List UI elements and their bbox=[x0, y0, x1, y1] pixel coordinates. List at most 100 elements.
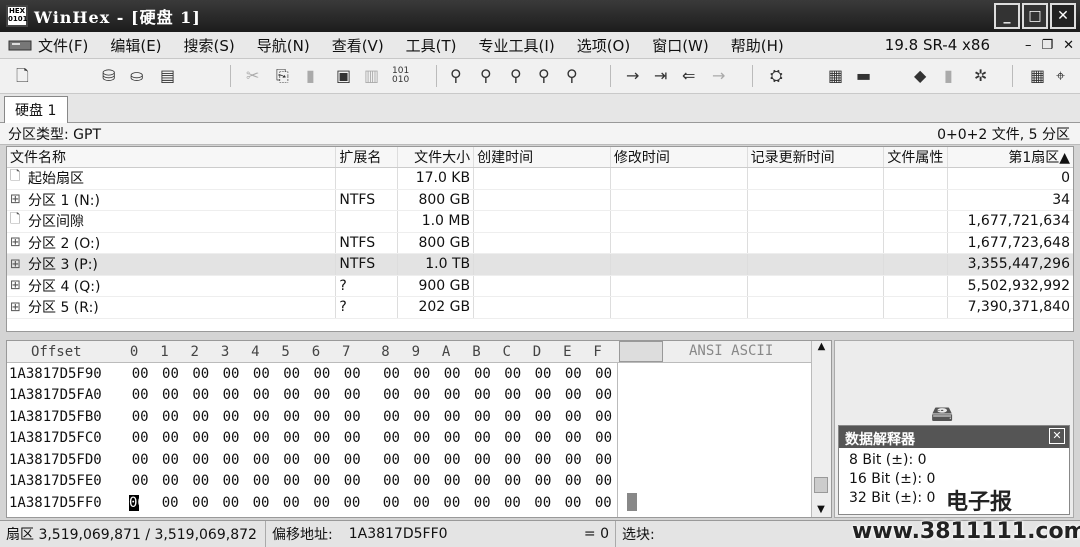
open-file-icon[interactable]: ⛀ bbox=[130, 67, 143, 85]
paste-icon[interactable]: ▮ bbox=[306, 67, 315, 85]
menu-item[interactable]: 搜索(S) bbox=[184, 35, 257, 56]
ram-icon[interactable]: ▦ bbox=[828, 67, 843, 85]
hex-byte[interactable]: 00 bbox=[407, 452, 437, 468]
hex-byte[interactable]: 00 bbox=[337, 473, 367, 489]
hex-byte[interactable]: 00 bbox=[186, 387, 216, 403]
hex-byte[interactable]: 00 bbox=[337, 430, 367, 446]
hex-byte[interactable]: 00 bbox=[276, 430, 306, 446]
hex-byte[interactable]: 00 bbox=[216, 495, 246, 511]
hex-byte[interactable]: 00 bbox=[337, 452, 367, 468]
menu-item[interactable]: 工具(T) bbox=[406, 35, 479, 56]
hex-byte[interactable]: 00 bbox=[437, 387, 467, 403]
hex-byte[interactable]: 00 bbox=[376, 409, 406, 425]
table-row[interactable]: 🗋 分区间隙 1.0 MB 1,677,721,634 bbox=[7, 211, 1073, 233]
hex-byte[interactable]: 00 bbox=[407, 430, 437, 446]
hash-icon[interactable]: ◆ bbox=[914, 67, 926, 85]
hex-byte[interactable]: 00 bbox=[125, 473, 155, 489]
hex-byte[interactable]: 00 bbox=[216, 430, 246, 446]
forward-icon[interactable]: → bbox=[712, 67, 725, 85]
hex-byte[interactable]: 00 bbox=[558, 452, 588, 468]
hex-byte[interactable]: 00 bbox=[216, 473, 246, 489]
hex-byte[interactable]: 00 bbox=[276, 409, 306, 425]
hex-byte[interactable]: 00 bbox=[528, 366, 558, 382]
column-header[interactable]: 记录更新时间 bbox=[748, 147, 885, 167]
hex-byte[interactable]: 00 bbox=[467, 473, 497, 489]
menu-item[interactable]: 专业工具(I) bbox=[479, 35, 577, 56]
hex-byte[interactable]: 00 bbox=[155, 473, 185, 489]
hex-byte[interactable]: 00 bbox=[376, 473, 406, 489]
hex-byte[interactable]: 00 bbox=[437, 452, 467, 468]
hex-byte[interactable]: 00 bbox=[407, 409, 437, 425]
menu-item[interactable]: 查看(V) bbox=[332, 35, 406, 56]
hex-byte[interactable]: 00 bbox=[588, 430, 618, 446]
view-mode-icon[interactable]: ▦ bbox=[1030, 67, 1045, 85]
hex-byte[interactable]: 00 bbox=[558, 473, 588, 489]
hex-byte[interactable]: 00 bbox=[125, 409, 155, 425]
table-row[interactable]: ⊞ 分区 2 (O:) NTFS 800 GB 1,677,723,648 bbox=[7, 232, 1073, 254]
ansi-mode-button[interactable] bbox=[619, 341, 663, 362]
table-row[interactable]: 🗋 起始扇区 17.0 KB 0 bbox=[7, 168, 1073, 190]
hex-byte[interactable]: 00 bbox=[588, 473, 618, 489]
column-header[interactable]: 扩展名 bbox=[336, 147, 399, 167]
mdi-minimize-icon[interactable]: – bbox=[1025, 38, 1032, 53]
hex-byte[interactable]: 00 bbox=[307, 452, 337, 468]
hex-byte[interactable]: 00 bbox=[558, 430, 588, 446]
hex-byte[interactable]: 00 bbox=[467, 495, 497, 511]
find-again-icon[interactable]: ⚲ bbox=[566, 67, 578, 85]
column-header[interactable]: 文件名称 bbox=[7, 147, 337, 167]
close-button[interactable]: ✕ bbox=[1050, 3, 1076, 29]
hex-byte[interactable]: 00 bbox=[528, 495, 558, 511]
menu-item[interactable]: 帮助(H) bbox=[731, 35, 806, 56]
hex-byte[interactable]: 00 bbox=[588, 452, 618, 468]
hex-byte[interactable]: 00 bbox=[216, 409, 246, 425]
column-header[interactable]: 第1扇区▲ bbox=[948, 147, 1073, 167]
copy-icon[interactable]: ⎘ bbox=[276, 67, 289, 85]
cut-icon[interactable]: ✂ bbox=[246, 67, 259, 85]
disk-tools-icon[interactable]: ⛭ bbox=[770, 67, 783, 85]
table-row[interactable]: ⊞ 分区 1 (N:) NTFS 800 GB 34 bbox=[7, 189, 1073, 211]
hex-byte[interactable]: 00 bbox=[588, 409, 618, 425]
cursor-icon[interactable]: ⌖ bbox=[1056, 67, 1065, 85]
back-icon[interactable]: ⇐ bbox=[682, 67, 695, 85]
column-header[interactable]: 文件属性 bbox=[884, 147, 949, 167]
hex-byte[interactable]: 00 bbox=[437, 430, 467, 446]
goto-sector-icon[interactable]: ⇥ bbox=[654, 67, 667, 85]
hex-byte[interactable]: 00 bbox=[129, 494, 146, 511]
menu-item[interactable]: 窗口(W) bbox=[652, 35, 731, 56]
table-row[interactable]: ⊞ 分区 4 (Q:)? 900 GB 5,502,932,992 bbox=[7, 275, 1073, 297]
hex-byte[interactable]: 00 bbox=[185, 495, 215, 511]
hex-editor[interactable]: Offset 0 1 2 3 4 5 6 7 8 9 A B C D E F ANSI ASCII 1A381… bbox=[6, 340, 832, 518]
menu-item[interactable]: 导航(N) bbox=[257, 35, 332, 56]
maximize-button[interactable]: □ bbox=[1022, 3, 1048, 29]
hex-byte[interactable]: 00 bbox=[528, 409, 558, 425]
hex-byte[interactable]: 00 bbox=[125, 387, 155, 403]
hex-byte[interactable]: 00 bbox=[337, 387, 367, 403]
hex-byte[interactable]: 00 bbox=[246, 473, 276, 489]
hex-byte[interactable]: 00 bbox=[406, 495, 436, 511]
hex-byte[interactable]: 00 bbox=[467, 409, 497, 425]
settings-icon[interactable]: ✲ bbox=[974, 67, 987, 85]
hex-byte[interactable]: 00 bbox=[246, 366, 276, 382]
menu-item[interactable]: 文件(F) bbox=[38, 35, 110, 56]
hex-byte[interactable]: 00 bbox=[307, 430, 337, 446]
hex-byte[interactable]: 00 bbox=[407, 366, 437, 382]
find-text-icon[interactable]: ⚲ bbox=[450, 67, 462, 85]
hex-byte[interactable]: 00 bbox=[337, 409, 367, 425]
menu-item[interactable]: 编辑(E) bbox=[110, 35, 183, 56]
new-file-icon[interactable]: 🗋 bbox=[16, 67, 29, 85]
hex-byte[interactable]: 00 bbox=[558, 387, 588, 403]
hex-byte[interactable]: 00 bbox=[246, 387, 276, 403]
column-header[interactable]: 文件大小 bbox=[398, 147, 475, 167]
mdi-restore-icon[interactable]: ❐ bbox=[1041, 38, 1053, 53]
hex-byte[interactable]: 00 bbox=[558, 495, 588, 511]
hex-byte[interactable]: 00 bbox=[276, 495, 306, 511]
hex-byte[interactable]: 00 bbox=[125, 430, 155, 446]
hex-byte[interactable]: 00 bbox=[186, 473, 216, 489]
interpreter-close-button[interactable]: ✕ bbox=[1049, 428, 1065, 444]
hex-byte[interactable]: 00 bbox=[246, 409, 276, 425]
menu-item[interactable]: 选项(O) bbox=[577, 35, 653, 56]
hex-byte[interactable]: 00 bbox=[337, 366, 367, 382]
properties-icon[interactable]: ▤ bbox=[160, 67, 175, 85]
hex-byte[interactable]: 00 bbox=[307, 473, 337, 489]
hex-byte[interactable]: 00 bbox=[498, 430, 528, 446]
